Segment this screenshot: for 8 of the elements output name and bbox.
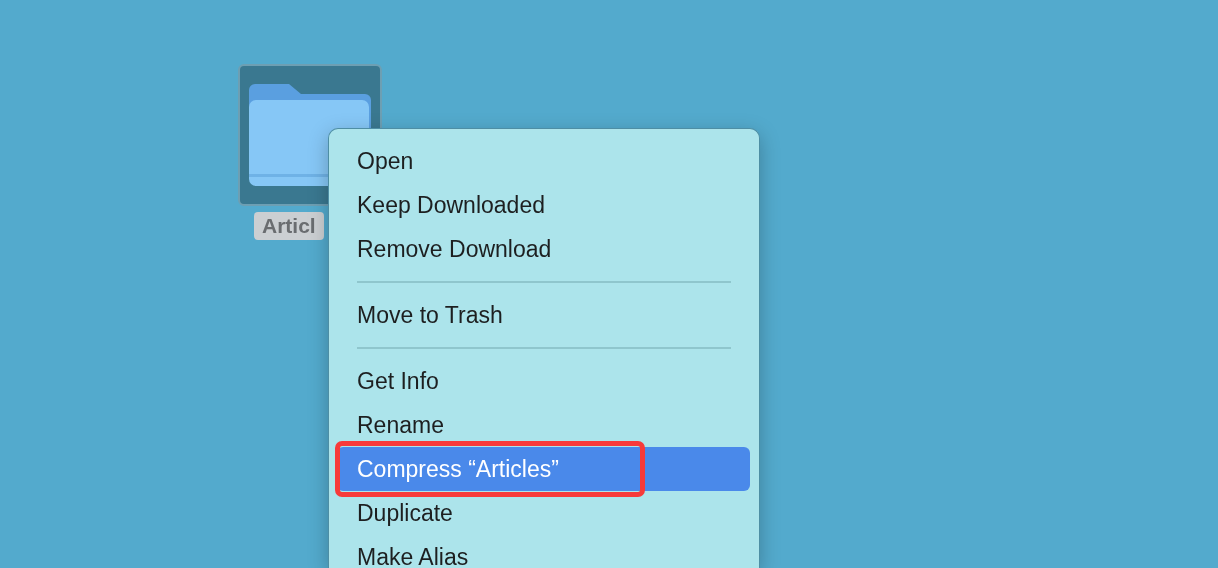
menu-item[interactable]: Open — [337, 139, 750, 183]
menu-item[interactable]: Keep Downloaded — [337, 183, 750, 227]
menu-item[interactable]: Get Info — [337, 359, 750, 403]
menu-item[interactable]: Duplicate — [337, 491, 750, 535]
menu-item[interactable]: Move to Trash — [337, 293, 750, 337]
menu-item[interactable]: Rename — [337, 403, 750, 447]
menu-item[interactable]: Make Alias — [337, 535, 750, 568]
menu-item[interactable]: Remove Download — [337, 227, 750, 271]
